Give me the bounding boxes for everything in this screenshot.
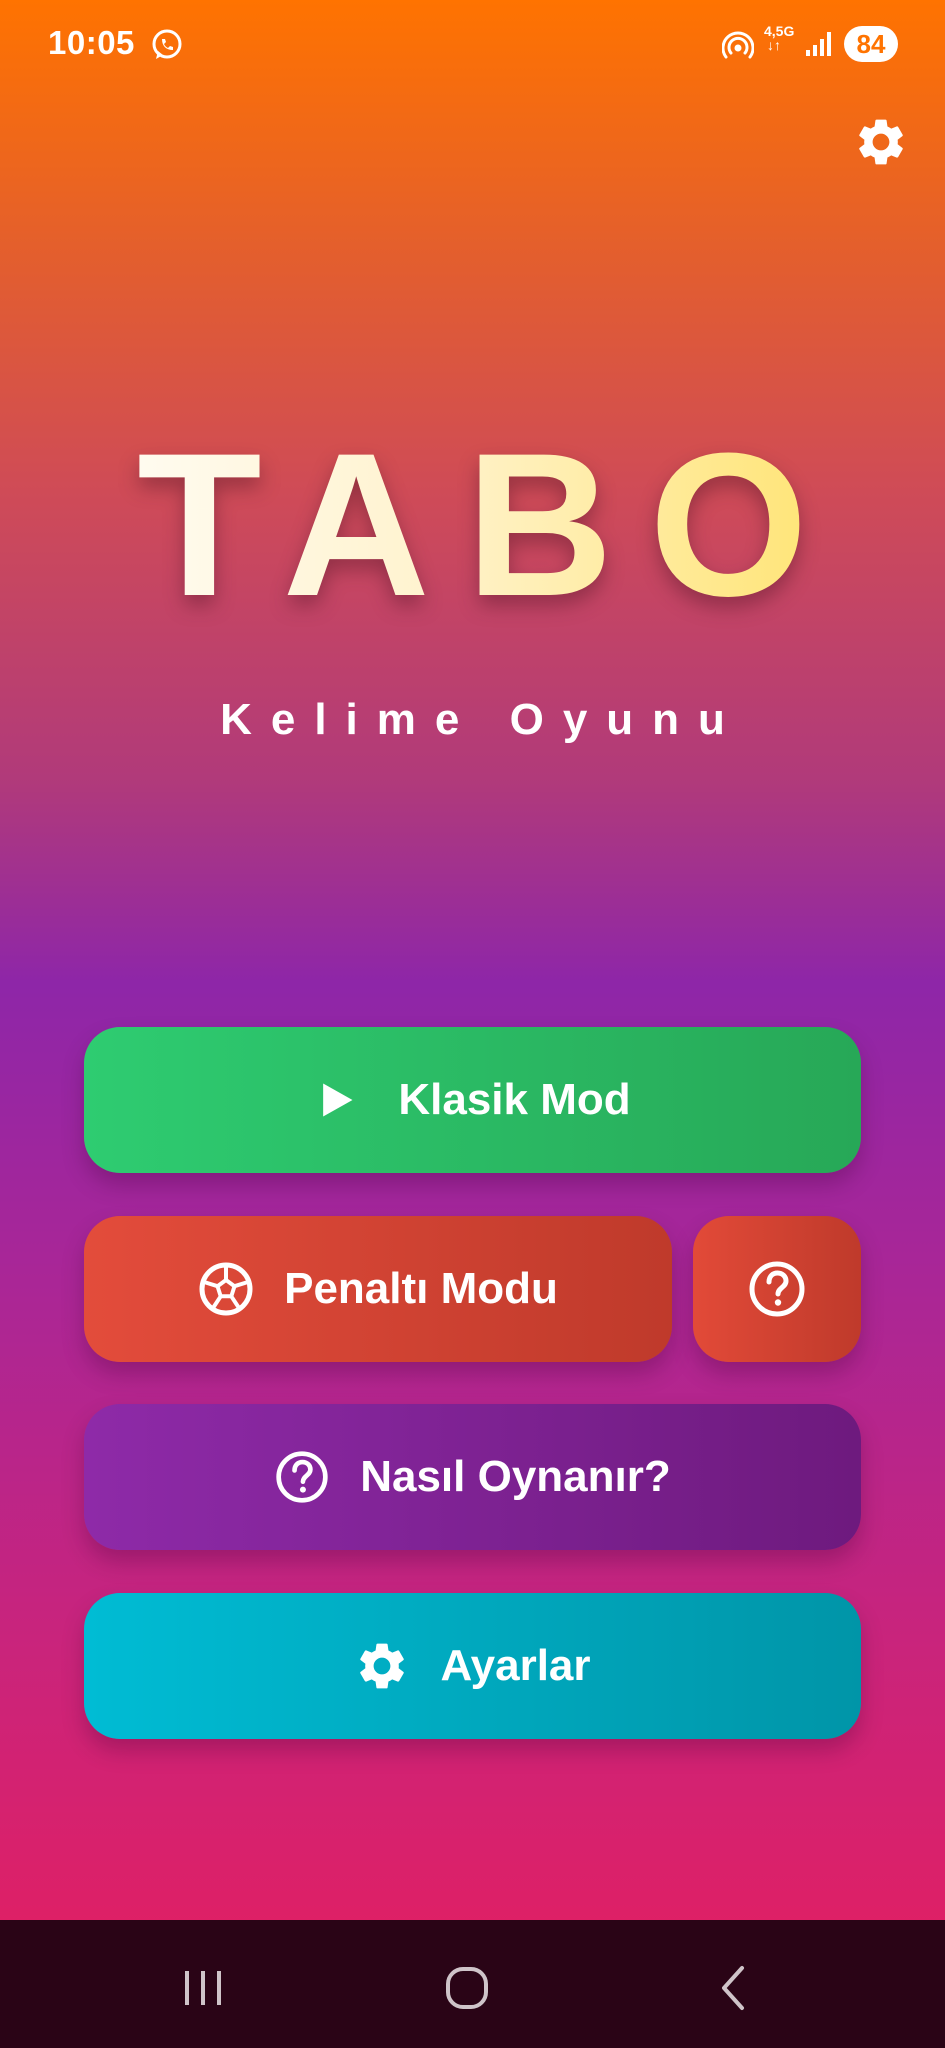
- settings-button[interactable]: Ayarlar: [84, 1593, 861, 1739]
- penalty-mode-button[interactable]: Penaltı Modu: [84, 1216, 672, 1362]
- home-icon[interactable]: [437, 1958, 497, 2018]
- help-icon: [749, 1261, 805, 1317]
- whatsapp-icon: [152, 29, 182, 59]
- settings-label: Ayarlar: [440, 1641, 591, 1690]
- app-subtitle: Kelime Oyunu: [220, 695, 744, 744]
- how-to-play-button[interactable]: Nasıl Oynanır?: [84, 1404, 861, 1550]
- recents-icon[interactable]: [173, 1958, 233, 2018]
- classic-mode-label: Klasik Mod: [398, 1075, 631, 1124]
- gear-icon[interactable]: [853, 114, 909, 170]
- play-icon: [323, 1083, 353, 1117]
- status-time: 10:05: [48, 24, 135, 61]
- signal-icon: [806, 32, 831, 56]
- hotspot-icon: [722, 31, 754, 59]
- soccer-ball-icon: [199, 1262, 253, 1316]
- back-icon[interactable]: [702, 1958, 762, 2018]
- how-to-play-label: Nasıl Oynanır?: [360, 1452, 671, 1501]
- classic-mode-button[interactable]: Klasik Mod: [84, 1027, 861, 1173]
- help-icon: [276, 1451, 328, 1503]
- status-bar: 10:05 4,5G ↓↑ 84: [0, 0, 945, 90]
- gear-icon: [360, 1643, 405, 1689]
- navigation-bar: [0, 1920, 945, 2048]
- app-title: TABO: [0, 420, 945, 630]
- penalty-mode-label: Penaltı Modu: [284, 1264, 558, 1313]
- network-activity-icon: ↓↑: [767, 37, 781, 53]
- network-indicator: 4,5G ↓↑: [764, 24, 794, 52]
- battery-indicator: 84: [844, 26, 898, 62]
- penalty-help-button[interactable]: [693, 1216, 861, 1362]
